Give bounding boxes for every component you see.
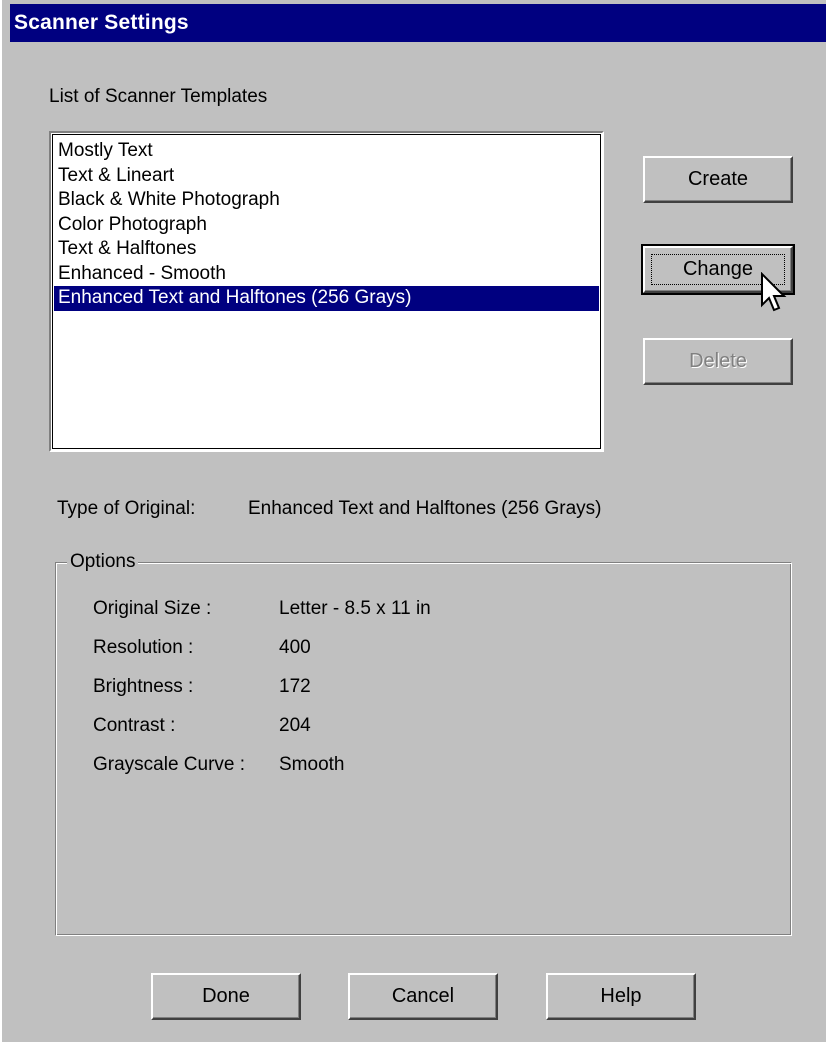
list-item[interactable]: Color Photograph (54, 213, 599, 238)
list-item-selected[interactable]: Enhanced Text and Halftones (256 Grays) (54, 286, 599, 311)
option-value-brightness: 172 (279, 676, 311, 697)
options-legend: Options (67, 551, 139, 573)
option-value-resolution: 400 (279, 637, 311, 658)
delete-button-label: Delete (689, 350, 747, 372)
arrow-pointer-icon (761, 272, 787, 312)
option-value-contrast: 204 (279, 715, 311, 736)
help-button[interactable]: Help (546, 973, 696, 1020)
done-button-label: Done (202, 985, 250, 1007)
title-bar[interactable]: Scanner Settings (10, 4, 826, 42)
option-label-contrast: Contrast : (93, 715, 176, 736)
option-label-grayscale-curve: Grayscale Curve : (93, 754, 246, 775)
templates-listbox[interactable]: Mostly Text Text & Lineart Black & White… (49, 131, 604, 452)
create-button-label: Create (687, 168, 749, 190)
create-button[interactable]: Create (643, 156, 793, 203)
option-label-original-size: Original Size : (93, 598, 212, 619)
list-item[interactable]: Mostly Text (54, 139, 599, 164)
done-button[interactable]: Done (151, 973, 301, 1020)
list-item[interactable]: Text & Lineart (54, 164, 599, 189)
type-of-original-label: Type of Original: (57, 498, 196, 519)
option-label-brightness: Brightness : (93, 676, 194, 697)
window-title: Scanner Settings (14, 11, 189, 34)
help-button-label: Help (600, 985, 642, 1007)
list-item[interactable]: Black & White Photograph (54, 188, 599, 213)
templates-list-label: List of Scanner Templates (49, 86, 268, 107)
cancel-button[interactable]: Cancel (348, 973, 498, 1020)
delete-button[interactable]: Delete (643, 338, 793, 385)
option-value-grayscale-curve: Smooth (279, 754, 345, 775)
option-value-original-size: Letter - 8.5 x 11 in (279, 598, 431, 619)
list-item[interactable]: Enhanced - Smooth (54, 262, 599, 287)
cancel-button-label: Cancel (391, 985, 455, 1007)
option-label-resolution: Resolution : (93, 637, 194, 658)
list-item[interactable]: Text & Halftones (54, 237, 599, 262)
scanner-settings-dialog: Scanner Settings List of Scanner Templat… (0, 0, 826, 1042)
type-of-original-value: Enhanced Text and Halftones (256 Grays) (248, 498, 602, 519)
